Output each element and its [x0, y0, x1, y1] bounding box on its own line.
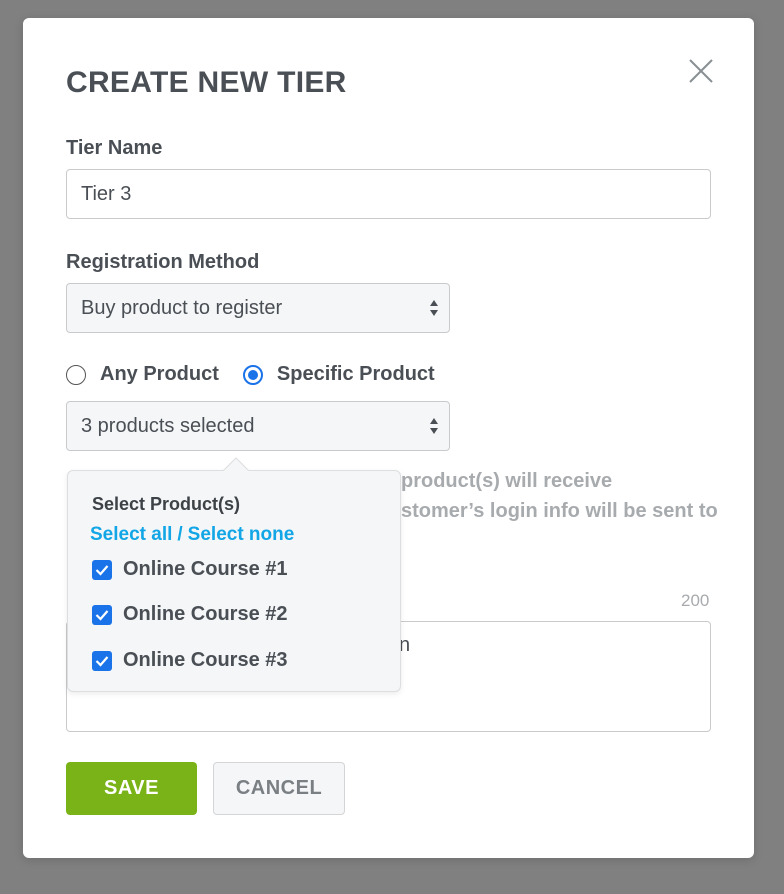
helper-text: product(s) will receive stomer’s login i…: [401, 466, 721, 526]
product-checkbox-label: Online Course #1: [123, 558, 288, 580]
radio-any-product[interactable]: Any Product: [66, 363, 219, 386]
create-tier-modal: CREATE NEW TIER Tier Name Registration M…: [23, 18, 754, 858]
tier-name-label: Tier Name: [66, 137, 163, 159]
radio-specific-product-label: Specific Product: [276, 363, 435, 385]
radio-unchecked-icon: [66, 364, 86, 385]
select-none-link[interactable]: Select none: [188, 524, 295, 546]
product-checkbox-item[interactable]: Online Course #3: [92, 649, 288, 672]
product-scope-radio-group: Any Product Specific Product: [66, 363, 459, 386]
product-checkbox-label: Online Course #2: [123, 603, 288, 625]
checkbox-checked-icon[interactable]: [92, 604, 112, 625]
select-arrows-icon: [429, 415, 439, 437]
product-checkbox-item[interactable]: Online Course #1: [92, 558, 288, 581]
product-checkbox-label: Online Course #3: [123, 649, 288, 671]
radio-any-product-label: Any Product: [100, 363, 219, 385]
select-arrows-icon: [429, 297, 439, 319]
close-icon[interactable]: [688, 58, 714, 84]
radio-checked-icon: [242, 364, 263, 385]
registration-method-select[interactable]: Buy product to register: [66, 283, 450, 333]
tier-name-input[interactable]: [66, 169, 711, 219]
radio-specific-product[interactable]: Specific Product: [242, 363, 435, 386]
registration-method-value: Buy product to register: [81, 296, 283, 319]
popover-caret: [223, 457, 249, 483]
product-select[interactable]: 3 products selected: [66, 401, 450, 451]
product-select-value: 3 products selected: [81, 414, 255, 437]
cancel-button[interactable]: CANCEL: [213, 762, 345, 815]
checkbox-checked-icon[interactable]: [92, 559, 112, 580]
modal-title: CREATE NEW TIER: [66, 66, 347, 99]
select-products-popover: Select Product(s) Select all / Select no…: [67, 457, 401, 692]
select-all-link[interactable]: Select all: [90, 524, 172, 546]
select-links-separator: /: [177, 524, 183, 545]
save-button[interactable]: SAVE: [66, 762, 197, 815]
product-checkbox-item[interactable]: Online Course #2: [92, 603, 288, 626]
helper-text-line-2: stomer’s login info will be sent to: [401, 500, 718, 522]
popover-title: Select Product(s): [92, 494, 241, 514]
select-all-none-links: Select all / Select none: [90, 524, 294, 546]
character-count: 200: [681, 591, 710, 610]
checkbox-checked-icon[interactable]: [92, 650, 112, 671]
helper-text-line-1: product(s) will receive: [401, 470, 613, 492]
registration-method-label: Registration Method: [66, 251, 260, 273]
